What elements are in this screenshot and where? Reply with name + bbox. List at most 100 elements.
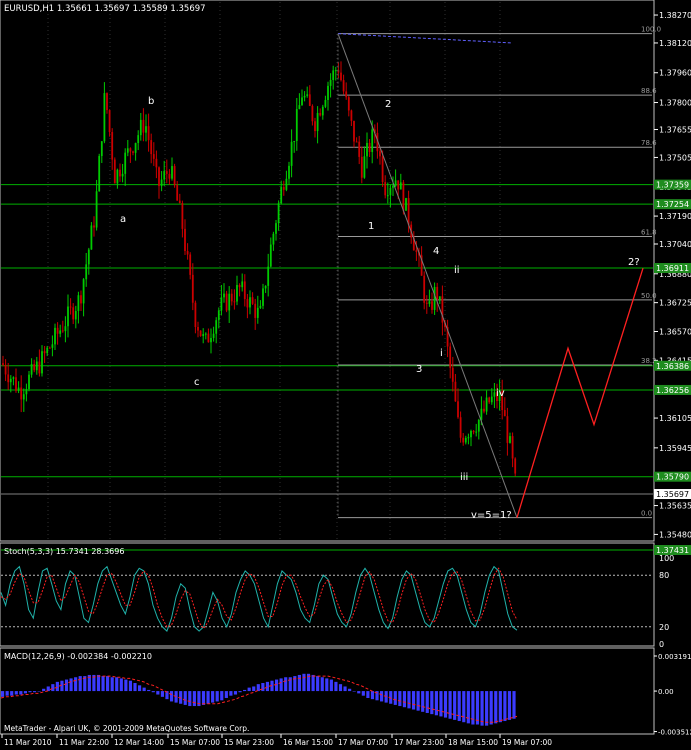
macd-bar [10,691,14,696]
bear-candle-body [150,140,153,155]
macd-bar [23,691,27,694]
macd-bar [55,681,59,692]
wave-label: ii [454,265,460,276]
macd-bar [398,691,402,707]
bull-candle-body [490,396,493,403]
fib-level-label: 50.0 [641,292,657,300]
bull-candle-body [103,93,106,142]
macd-bar [411,691,416,710]
bull-candle-body [321,106,324,116]
bear-candle-body [152,154,155,159]
bull-candle-body [485,397,488,412]
time-tick-label: 17 Mar 23:00 [394,738,444,747]
bull-candle-body [12,377,15,379]
macd-bar [352,691,356,692]
wave-label: b [148,96,154,107]
bull-candle-body [46,347,49,354]
bull-candle-body [85,264,88,280]
bull-candle-body [480,408,483,420]
bear-candle-body [462,437,465,443]
bear-candle-body [355,141,358,143]
macd-bar [151,691,155,693]
bull-candle-body [389,187,392,196]
bull-candle-body [363,156,366,178]
stoch-top-label: 1.37431 [656,546,689,555]
bull-candle-body [264,285,267,289]
macd-bar [215,691,219,702]
bull-candle-body [87,249,90,265]
chart-header: EURUSD,H1 1.35661 1.35697 1.35589 1.3569… [4,4,206,14]
macd-bar [115,677,119,692]
bull-candle-body [293,140,296,142]
macd-bar [274,679,279,692]
macd-bar [480,691,484,726]
macd-bar [494,691,498,724]
level-price-label: 1.36911 [656,264,689,273]
bull-candle-body [475,431,478,433]
macd-bar [37,691,41,692]
price-tick-label: 1.37505 [659,153,691,162]
bear-candle-body [314,121,316,132]
bull-candle-body [272,233,275,245]
time-tick-label: 12 Mar 14:00 [114,738,164,747]
macd-bar [110,677,114,692]
price-tick-label: 1.37190 [659,212,691,221]
bear-candle-body [194,302,197,327]
bear-candle-body [197,326,199,331]
bear-candle-body [69,306,72,308]
macd-bar [439,691,443,717]
bull-candle-body [405,198,407,211]
bear-candle-body [311,105,314,122]
bull-candle-body [171,166,173,179]
macd-bar [475,691,480,725]
fib-level-label: 0.0 [641,510,652,518]
bull-candle-body [212,333,215,338]
bear-candle-body [436,286,439,300]
bull-candle-body [303,95,306,98]
bear-candle-body [402,182,405,211]
bull-candle-body [139,119,142,136]
macd-bar [106,676,110,692]
bull-candle-body [306,94,309,96]
macd-bar [160,691,164,697]
bull-candle-body [137,135,140,144]
macd-bar [329,679,333,692]
macd-bar [421,691,425,712]
bear-candle-body [191,274,194,303]
macd-bar [380,691,384,702]
bear-candle-body [119,169,121,177]
bear-candle-body [238,284,241,288]
bull-candle-body [334,70,337,72]
bull-candle-body [324,100,327,107]
bear-candle-body [173,166,176,186]
bull-candle-body [433,286,436,310]
macd-bar [457,691,461,722]
bull-candle-body [394,180,397,186]
macd-bar [183,691,187,705]
bear-candle-body [129,148,132,152]
bull-candle-body [509,436,511,443]
bull-candle-body [262,288,264,306]
macd-bar [265,681,270,692]
stoch-title: Stoch(5,3,3) 15.7341 28.3696 [4,547,124,556]
stoch-tick-label: 80 [659,571,669,580]
bull-candle-body [95,191,98,228]
price-tick-label: 1.36105 [659,414,691,423]
bull-candle-body [316,112,319,132]
bear-candle-body [178,200,181,204]
metatrader-chart-window: 100.088.678.661.850.038.20.0 abc2143iiii… [0,0,691,750]
bull-candle-body [290,141,293,166]
macd-bar [169,691,174,702]
current-price-label: 1.35697 [656,490,689,499]
bear-candle-body [4,364,7,375]
macd-bar [64,679,69,692]
macd-bar [453,691,457,720]
macd-bar [147,689,151,692]
macd-bar [119,678,123,692]
bear-candle-body [459,417,462,438]
bull-candle-body [464,437,467,443]
macd-tick-label: -0.003512 [658,729,691,737]
time-tick-label: 15 Mar 23:00 [224,738,274,747]
bull-candle-body [277,203,280,224]
bull-candle-body [202,334,205,337]
